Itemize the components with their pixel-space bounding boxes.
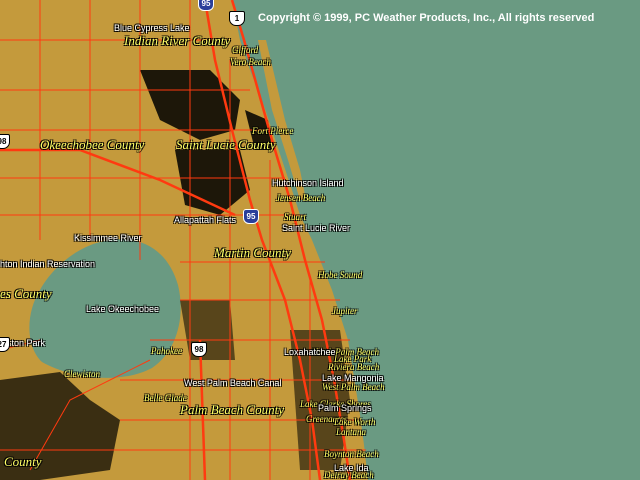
city-label: Gifford bbox=[232, 45, 259, 55]
county-label: County bbox=[4, 454, 42, 469]
map-view[interactable]: Copyright © 1999, PC Weather Products, I… bbox=[0, 0, 640, 480]
city-label: Riviera Beach bbox=[328, 362, 380, 372]
city-label: Pahokee bbox=[151, 346, 182, 356]
city-label: West Palm Beach bbox=[322, 382, 385, 392]
city-label: Boynton Beach bbox=[324, 449, 379, 459]
place-label: Saint Lucie River bbox=[282, 223, 351, 233]
lake-small bbox=[111, 249, 121, 259]
place-label: hton Indian Reservation bbox=[0, 259, 96, 269]
interstate-shield-icon: 95 bbox=[198, 0, 214, 11]
city-label: Fort Pierce bbox=[252, 126, 294, 136]
county-label: Palm Beach County bbox=[180, 402, 284, 417]
city-label: Lantana bbox=[336, 427, 367, 437]
copyright-notice: Copyright © 1999, PC Weather Products, I… bbox=[258, 12, 595, 24]
place-label: Lake Okeechobee bbox=[86, 304, 160, 314]
city-label: Jupiter bbox=[332, 306, 358, 316]
city-label: Belle Glade bbox=[144, 393, 187, 403]
interstate-shield-icon: 95 bbox=[243, 209, 259, 224]
city-label: Jensen Beach bbox=[276, 193, 326, 203]
place-label: Lake Ida bbox=[334, 463, 369, 473]
place-label: Palm Springs bbox=[318, 403, 372, 413]
county-label: es County bbox=[0, 286, 52, 301]
county-label: Okeechobee County bbox=[40, 137, 145, 152]
place-label: Kissimmee River bbox=[74, 233, 142, 243]
us-route-shield-icon: 1 bbox=[229, 11, 245, 26]
county-label: Martin County bbox=[214, 245, 291, 260]
place-label: Hutchinson Island bbox=[272, 178, 344, 188]
county-label: Saint Lucie County bbox=[176, 137, 276, 152]
place-label: Loxahatchee bbox=[284, 347, 336, 357]
place-label: Lake Mangonia bbox=[322, 373, 384, 383]
city-label: Hobe Sound bbox=[318, 270, 363, 280]
city-label: Stuart bbox=[284, 212, 307, 222]
city-label: Lake Worth bbox=[334, 417, 376, 427]
city-label: Clewiston bbox=[64, 369, 101, 379]
us-route-shield-icon: 98 bbox=[191, 342, 207, 357]
place-label: Allapattah Flats bbox=[174, 215, 237, 225]
city-label: Vero Beach bbox=[230, 57, 271, 67]
place-label: West Palm Beach Canal bbox=[184, 378, 282, 388]
place-label: Blue Cypress Lake bbox=[114, 23, 190, 33]
county-label: Indian River County bbox=[124, 33, 231, 48]
